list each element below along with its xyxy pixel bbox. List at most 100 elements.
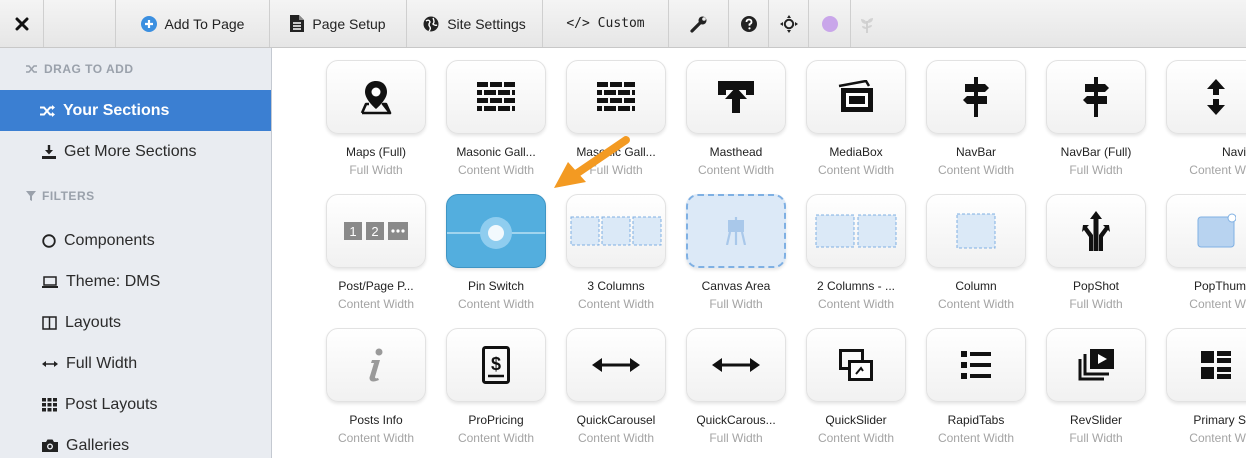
- section-width: Full Width: [1069, 163, 1123, 177]
- section-card[interactable]: [446, 60, 546, 134]
- section-primary-slider[interactable]: Primary S Content W: [1152, 324, 1246, 452]
- easel-icon: [725, 217, 747, 245]
- section-width: Content Width: [937, 163, 1015, 177]
- section-name: Pin Switch: [467, 279, 525, 293]
- section-card[interactable]: [926, 60, 1026, 134]
- section-card[interactable]: [566, 194, 666, 268]
- section-card[interactable]: [1166, 60, 1246, 134]
- section-navi[interactable]: Navi Content W: [1152, 56, 1246, 184]
- sidebar-item-galleries[interactable]: Galleries: [0, 425, 271, 466]
- slider-icon: [839, 349, 873, 381]
- section-card[interactable]: [1046, 60, 1146, 134]
- section-card[interactable]: 1 2: [326, 194, 426, 268]
- custom-label: </> Custom: [566, 16, 645, 31]
- top-toolbar: Add To Page Page Setup Site Settings </>…: [0, 0, 1246, 48]
- section-name: Post/Page P...: [338, 279, 414, 293]
- section-rapidtabs[interactable]: RapidTabs Content Width: [912, 324, 1032, 452]
- section-card-selected[interactable]: [446, 194, 546, 268]
- signpost-icon: [1083, 77, 1109, 117]
- section-popshot[interactable]: PopShot Full Width: [1032, 190, 1152, 318]
- page-setup-button[interactable]: Page Setup: [270, 0, 407, 47]
- section-column[interactable]: Column Content Width: [912, 190, 1032, 318]
- section-mediabox[interactable]: MediaBox Content Width: [792, 56, 912, 184]
- section-card[interactable]: [806, 194, 906, 268]
- section-post-page-pagination[interactable]: 1 2 Post/Page P... Content Width: [312, 190, 432, 318]
- section-name: Primary S: [1193, 413, 1246, 427]
- video-stack-icon: [1078, 349, 1114, 381]
- move-button[interactable]: [769, 0, 809, 47]
- section-card[interactable]: [1046, 194, 1146, 268]
- section-pin-switch[interactable]: Pin Switch Content Width: [432, 190, 552, 318]
- section-name: Maps (Full): [345, 145, 406, 159]
- section-2-columns[interactable]: 2 Columns - ... Content Width: [792, 190, 912, 318]
- section-quickcarousel-full[interactable]: QuickCarous... Full Width: [672, 324, 792, 452]
- leaf-button[interactable]: [851, 0, 883, 47]
- section-quickcarousel[interactable]: QuickCarousel Content Width: [552, 324, 672, 452]
- section-card[interactable]: [1166, 194, 1246, 268]
- section-propricing[interactable]: $ ProPricing Content Width: [432, 324, 552, 452]
- sidebar-item-label: Components: [64, 231, 155, 249]
- section-card[interactable]: [686, 328, 786, 402]
- section-posts-info[interactable]: Posts Info Content Width: [312, 324, 432, 452]
- section-masthead[interactable]: Masthead Content Width: [672, 56, 792, 184]
- section-maps-full[interactable]: Maps (Full) Full Width: [312, 56, 432, 184]
- custom-button[interactable]: </> Custom: [543, 0, 669, 47]
- column-icon: [956, 213, 996, 249]
- add-to-page-button[interactable]: Add To Page: [116, 0, 270, 47]
- pagination-icon: 1 2: [344, 222, 408, 240]
- map-pin-icon: [360, 81, 392, 115]
- section-card[interactable]: [1166, 328, 1246, 402]
- sidebar-item-get-more-sections[interactable]: Get More Sections: [0, 131, 271, 172]
- sidebar-item-full-width[interactable]: Full Width: [0, 343, 271, 384]
- section-card[interactable]: [1046, 328, 1146, 402]
- section-width: Content Width: [457, 431, 535, 445]
- section-popthumb[interactable]: PopThum Content W: [1152, 190, 1246, 318]
- section-quickslider[interactable]: QuickSlider Content Width: [792, 324, 912, 452]
- toolbar-spacer: [44, 0, 116, 47]
- section-width: Content Width: [937, 297, 1015, 311]
- section-card[interactable]: [806, 60, 906, 134]
- columns-icon: [42, 315, 57, 330]
- drag-to-add-heading: DRAG TO ADD: [0, 48, 271, 90]
- brick-wall-icon: [477, 82, 515, 111]
- section-name: NavBar (Full): [1060, 145, 1132, 159]
- sidebar-item-layouts[interactable]: Layouts: [0, 302, 271, 343]
- section-card[interactable]: [326, 328, 426, 402]
- section-name: Masonic Gall...: [456, 145, 536, 159]
- sidebar-item-post-layouts[interactable]: Post Layouts: [0, 384, 271, 425]
- brick-wall-icon: [597, 82, 635, 111]
- section-card[interactable]: [926, 194, 1026, 268]
- carousel-arrows-icon: [592, 358, 640, 372]
- sidebar-item-theme-dms[interactable]: Theme: DMS: [0, 261, 271, 302]
- circle-icon: [42, 233, 56, 248]
- section-navbar-full[interactable]: NavBar (Full) Full Width: [1032, 56, 1152, 184]
- section-card[interactable]: [566, 60, 666, 134]
- tools-button[interactable]: [669, 0, 729, 47]
- pin-switch-icon: [447, 217, 545, 249]
- section-card[interactable]: [686, 60, 786, 134]
- section-card[interactable]: [326, 60, 426, 134]
- section-width: Content Width: [337, 297, 415, 311]
- help-button[interactable]: [729, 0, 769, 47]
- close-button[interactable]: [0, 0, 44, 47]
- section-card[interactable]: [566, 328, 666, 402]
- section-width: Content Width: [457, 163, 535, 177]
- section-3-columns[interactable]: 3 Columns Content Width: [552, 190, 672, 318]
- section-width: Content W: [1189, 163, 1246, 177]
- section-revslider[interactable]: RevSlider Full Width: [1032, 324, 1152, 452]
- sidebar-item-your-sections[interactable]: Your Sections: [0, 90, 271, 131]
- site-settings-button[interactable]: Site Settings: [407, 0, 543, 47]
- sidebar-item-components[interactable]: Components: [0, 220, 271, 261]
- section-masonic-gallery[interactable]: Masonic Gall... Content Width: [432, 56, 552, 184]
- carousel-arrows-icon: [712, 358, 760, 372]
- section-card[interactable]: [806, 328, 906, 402]
- section-width: Full Width: [1069, 431, 1123, 445]
- section-card[interactable]: [926, 328, 1026, 402]
- section-card[interactable]: $: [446, 328, 546, 402]
- section-navbar[interactable]: NavBar Content Width: [912, 56, 1032, 184]
- shuffle-icon: [40, 104, 55, 117]
- section-card[interactable]: [686, 194, 786, 268]
- color-button[interactable]: [809, 0, 851, 47]
- section-canvas-area[interactable]: Canvas Area Full Width: [672, 190, 792, 318]
- pricing-icon: $: [482, 346, 510, 384]
